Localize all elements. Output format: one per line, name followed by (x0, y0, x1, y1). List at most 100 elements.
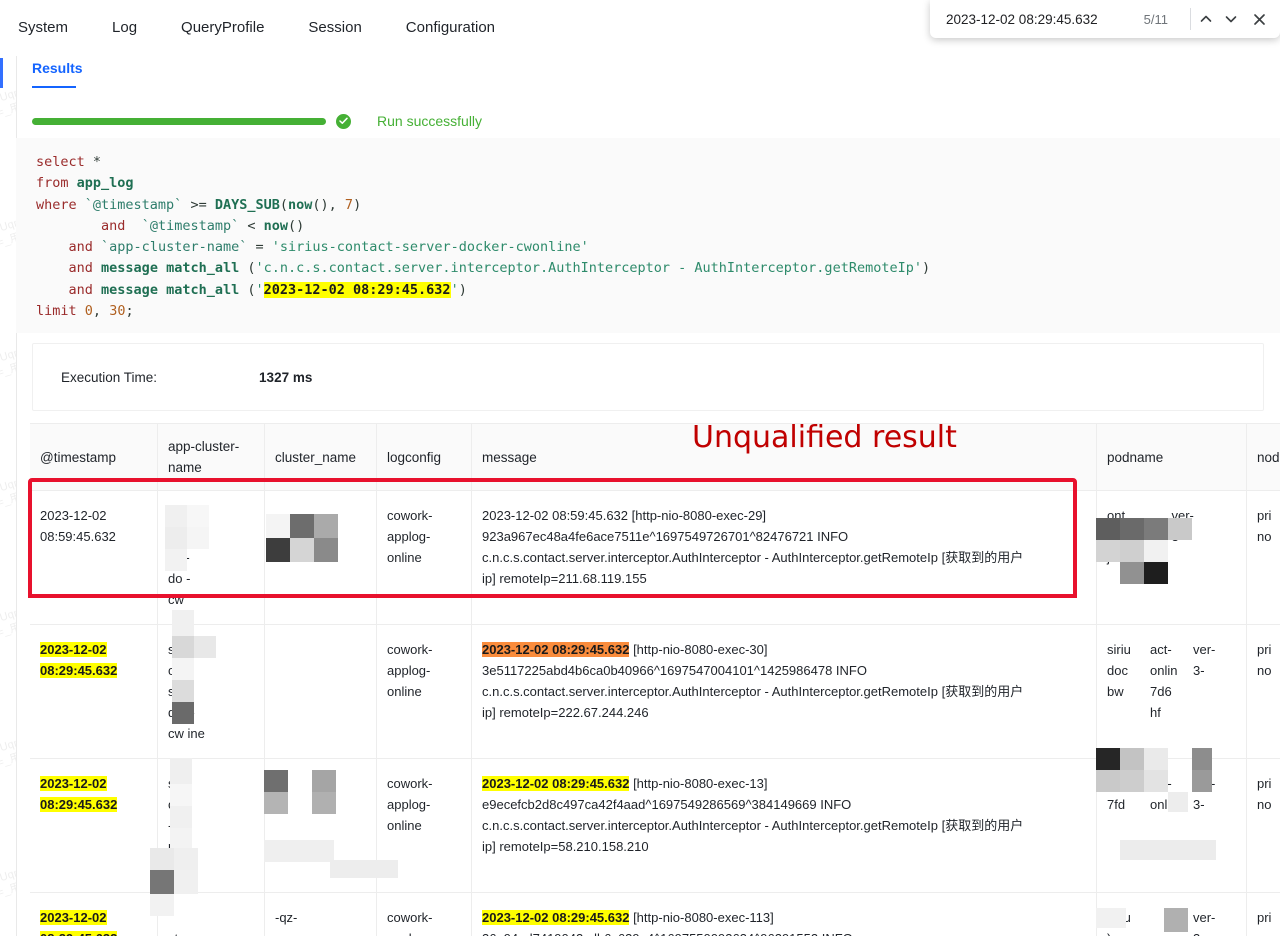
redaction-block (165, 527, 187, 549)
find-query-text[interactable]: 2023-12-02 08:29:45.632 (946, 12, 1098, 27)
nav-system[interactable]: System (10, 1, 90, 55)
nav-configuration[interactable]: Configuration (384, 1, 517, 55)
sql-kw-and-1: and (101, 218, 125, 234)
message-line-2: e9ecefcb2d8c497ca42f4aad^1697549286569^3… (482, 794, 1086, 815)
redaction-block (172, 680, 194, 702)
redaction-block (1120, 540, 1144, 562)
cell-cluster-name: -qz- (265, 893, 377, 936)
sql-literal-interceptor: c.n.c.s.contact.server.interceptor.AuthI… (264, 260, 914, 276)
redaction-block (1164, 908, 1188, 932)
sql-kw-from: from (36, 175, 69, 191)
cell-node: pri no (1247, 491, 1280, 624)
redaction-block (1120, 770, 1144, 792)
table-row[interactable]: 2023-12-02 08:29:45.632sir co se do r- c… (30, 625, 1280, 759)
message-line-3: c.n.c.s.contact.server.interceptor.AuthI… (482, 815, 1086, 836)
sql-fn-days-sub: DAYS_SUB (215, 197, 280, 213)
execution-time-box: Execution Time: 1327 ms (32, 343, 1264, 411)
sql-literal-cluster: sirius-contact-server-docker-cwonline (280, 239, 581, 255)
redaction-block (170, 784, 192, 806)
tab-results[interactable]: Results (32, 60, 83, 83)
run-status-row: Run successfully (32, 113, 482, 129)
redaction-block (172, 702, 194, 724)
table-row[interactable]: 2023-12-02 08:29:45.632sir ct- - r- inec… (30, 759, 1280, 893)
redaction-block (1168, 792, 1188, 812)
nav-log[interactable]: Log (90, 1, 159, 55)
redaction-block (314, 538, 338, 562)
results-table: @timestamp app-cluster-name cluster_name… (30, 423, 1280, 936)
redaction-block (1144, 518, 1168, 540)
cell-message: 2023-12-02 08:29:45.632 [http-nio-8080-e… (472, 625, 1097, 758)
col-logconfig[interactable]: logconfig (377, 424, 472, 490)
col-node[interactable]: node (1247, 424, 1280, 490)
sql-fn-now-2: now (264, 218, 288, 234)
unqualified-result-annotation: Unqualified result (692, 420, 957, 455)
nav-session[interactable]: Session (286, 1, 383, 55)
sql-kw-and-3: and (69, 260, 93, 276)
cell-podname: siriu doc bwact- onlin 7d6 hfver- 3- (1097, 625, 1247, 758)
redaction-block (1120, 562, 1144, 584)
redaction-block (150, 894, 174, 916)
redaction-block (1144, 770, 1168, 792)
sql-highlighted-timestamp: 2023-12-02 08:29:45.632 (264, 282, 451, 298)
redaction-block (194, 636, 216, 658)
message-timestamp-highlight: 2023-12-02 08:29:45.632 (482, 642, 629, 657)
redaction-block (172, 636, 194, 658)
cell-logconfig: cowork- applog- online (377, 893, 472, 936)
tab-active-underline (32, 86, 76, 88)
close-icon[interactable] (1248, 4, 1270, 34)
table-row[interactable]: 2023-12-02 08:59:45.632sir co ct- se - d… (30, 491, 1280, 625)
redaction-block (264, 792, 288, 814)
redaction-block (330, 860, 398, 878)
chevron-down-icon[interactable] (1220, 4, 1242, 34)
sql-kw-select: select (36, 154, 85, 170)
col-timestamp[interactable]: @timestamp (30, 424, 158, 490)
sql-limit-count: 30 (109, 303, 125, 319)
cell-message: 2023-12-02 08:29:45.632 [http-nio-8080-e… (472, 759, 1097, 892)
cell-timestamp: 2023-12-02 08:59:45.632 (30, 491, 158, 624)
message-thread: [http-nio-8080-exec-113] (629, 910, 773, 925)
sql-query-block[interactable]: select * from app_log where `@timestamp`… (16, 138, 1280, 333)
podname-fragment: act- onlin 7d6 hf (1150, 639, 1193, 744)
timestamp-value: 2023-12-02 08:29:45.632 (40, 776, 117, 812)
chevron-up-icon[interactable] (1195, 4, 1217, 34)
timestamp-value: 2023-12-02 08:29:45.632 (40, 910, 117, 936)
cell-message: 2023-12-02 08:29:45.632 [http-nio-8080-e… (472, 893, 1097, 936)
sql-kw-limit: limit (36, 303, 77, 319)
panel-active-indicator (0, 58, 3, 88)
cell-node: pri no (1247, 893, 1280, 936)
message-line-1: 2023-12-02 08:29:45.632 [http-nio-8080-e… (482, 773, 1086, 794)
sql-literal-days: 7 (345, 197, 353, 213)
redaction-block (1096, 540, 1120, 562)
redaction-block (1120, 840, 1216, 860)
col-cluster-name[interactable]: cluster_name (265, 424, 377, 490)
redaction-block (1168, 518, 1192, 540)
message-thread: [http-nio-8080-exec-30] (629, 642, 767, 657)
redaction-block (264, 840, 334, 862)
redaction-block (266, 514, 290, 538)
sql-kw-and-2: and (69, 239, 93, 255)
redaction-block (266, 538, 290, 562)
table-header-row: @timestamp app-cluster-name cluster_name… (30, 424, 1280, 491)
redaction-block (1144, 748, 1168, 770)
col-podname[interactable]: podname (1097, 424, 1247, 490)
col-app-cluster-name[interactable]: app-cluster-name (158, 424, 265, 490)
message-line-2: 923a967ec48a4fe6ace7511e^1697549726701^8… (482, 526, 1086, 547)
check-circle-icon (336, 114, 351, 129)
redaction-block (1192, 770, 1212, 792)
redaction-block (150, 848, 174, 870)
cell-node: pri no (1247, 625, 1280, 758)
timestamp-value: 2023-12-02 08:59:45.632 (40, 508, 116, 544)
progress-bar (32, 118, 326, 125)
redaction-block (170, 828, 192, 850)
find-bar[interactable]: 2023-12-02 08:29:45.632 5/11 (930, 0, 1280, 38)
redaction-block (170, 806, 192, 828)
redaction-block (1144, 540, 1168, 562)
table-row[interactable]: 2023-12-02 08:29:45.632 ct--qz-cowork- a… (30, 893, 1280, 936)
podname-fragment: ver- 3- (1193, 639, 1236, 744)
redaction-block (1096, 518, 1120, 540)
sql-kw-and-4: and (69, 282, 93, 298)
sql-fn-now-1: now (288, 197, 312, 213)
nav-queryprofile[interactable]: QueryProfile (159, 1, 286, 55)
redaction-block (1096, 748, 1120, 770)
sql-col-app-cluster-name: `app-cluster-name` (101, 239, 247, 255)
